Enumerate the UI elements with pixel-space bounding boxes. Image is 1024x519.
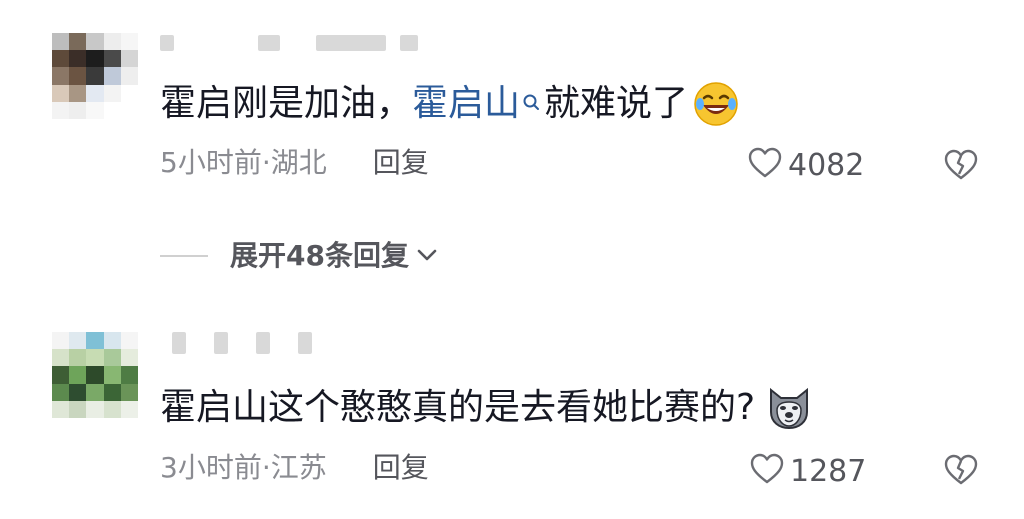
mention-link[interactable]: 霍启山 [412,86,520,122]
comment-text: 霍启刚是加油， 霍启山 就难说了 [160,80,740,128]
expand-replies-button[interactable]: 展开48条回复 [160,242,439,270]
comment-location: 江苏 [270,451,327,484]
username-blurred[interactable] [172,332,312,354]
chevron-down-icon [415,242,439,270]
comment-location: 湖北 [270,146,327,179]
comment-time: 3小时前 [160,451,262,484]
avatar[interactable] [52,332,138,418]
divider [160,255,208,257]
heart-icon [750,453,784,491]
laughing-crying-emoji [692,80,740,128]
heart-icon [748,147,782,185]
like-button[interactable]: 4082 [748,147,864,185]
meta-separator: · [261,451,271,484]
doge-emoji [765,384,813,432]
comment-meta: 3小时前 · 江苏 回复 [160,454,429,482]
avatar[interactable] [52,33,138,119]
broken-heart-icon[interactable] [944,454,978,486]
reply-button[interactable]: 回复 [373,149,429,177]
comment-text-body: 霍启山这个憨憨真的是去看她比赛的? [160,387,756,428]
username-blurred[interactable] [160,33,418,53]
reply-button[interactable]: 回复 [373,454,429,482]
meta-separator: · [261,146,271,179]
search-icon[interactable] [522,86,540,110]
like-count: 4082 [788,148,865,183]
comment-text: 霍启山这个憨憨真的是去看她比赛的? [160,384,813,432]
comment-meta: 5小时前 · 湖北 回复 [160,149,429,177]
expand-replies-label: 展开48条回复 [230,239,409,272]
like-button[interactable]: 1287 [750,453,866,491]
comment-text-before: 霍启刚是加油， [160,83,413,124]
comment-text-after: 就难说了 [544,83,689,124]
like-count: 1287 [790,454,867,489]
broken-heart-icon[interactable] [944,149,978,181]
comment-time: 5小时前 [160,146,262,179]
